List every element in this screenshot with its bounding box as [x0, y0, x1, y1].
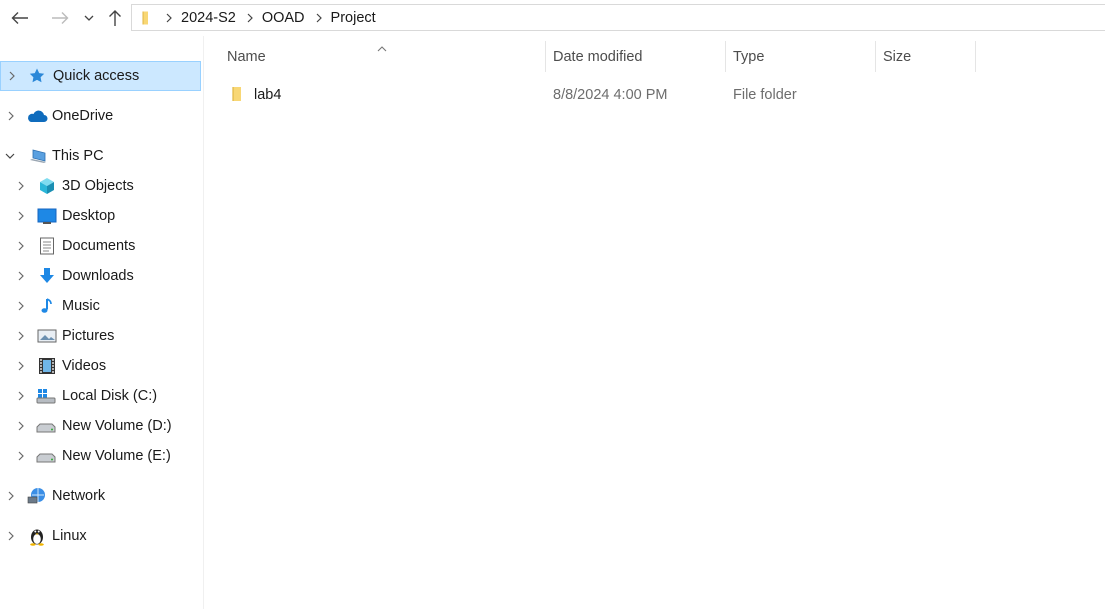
cloud-icon [26, 107, 48, 125]
sidebar-item-new-volume-d[interactable]: New Volume (D:) [0, 411, 201, 441]
chevron-right-icon[interactable] [16, 451, 26, 461]
chevron-right-icon[interactable] [7, 71, 17, 81]
column-label: Name [227, 48, 266, 65]
sidebar-item-label: OneDrive [52, 108, 114, 124]
address-bar[interactable]: 2024-S2 OOAD Project [131, 4, 1105, 31]
column-header-type[interactable]: Type [733, 40, 875, 73]
sidebar-item-label: Linux [52, 528, 87, 544]
sidebar-item-onedrive[interactable]: OneDrive [0, 101, 201, 131]
column-header-date-modified[interactable]: Date modified [553, 40, 725, 73]
breadcrumb-item[interactable]: OOAD [262, 10, 305, 26]
sidebar-item-downloads[interactable]: Downloads [0, 261, 201, 291]
recent-locations-button[interactable] [78, 6, 100, 30]
sidebar-item-music[interactable]: Music [0, 291, 201, 321]
back-button[interactable] [8, 6, 32, 30]
file-row[interactable]: lab4 8/8/2024 4:00 PM File folder [220, 81, 980, 109]
sidebar-item-label: Pictures [62, 328, 115, 344]
sidebar-item-label: This PC [52, 148, 104, 164]
cube-icon [38, 177, 56, 195]
sidebar-item-label: Quick access [53, 68, 140, 84]
arrow-right-icon [52, 12, 69, 24]
breadcrumb-item[interactable]: 2024-S2 [181, 10, 236, 26]
drive-icon [36, 447, 56, 465]
column-label: Size [883, 48, 912, 65]
up-button[interactable] [103, 6, 127, 30]
column-label: Date modified [553, 48, 643, 65]
chevron-down-icon[interactable] [5, 151, 15, 161]
chevron-right-icon[interactable] [16, 181, 26, 191]
sidebar-item-desktop[interactable]: Desktop [0, 201, 201, 231]
chevron-right-icon[interactable] [16, 211, 26, 221]
sidebar-item-pictures[interactable]: Pictures [0, 321, 201, 351]
sidebar-item-local-disk-c[interactable]: Local Disk (C:) [0, 381, 201, 411]
download-arrow-icon [38, 267, 56, 285]
sidebar-item-documents[interactable]: Documents [0, 231, 201, 261]
chevron-right-icon[interactable] [16, 241, 26, 251]
column-header-name[interactable]: Name [227, 40, 545, 73]
sidebar-item-label: New Volume (D:) [62, 418, 172, 434]
sidebar-item-quick-access[interactable]: Quick access [0, 61, 201, 91]
column-label: Type [733, 48, 765, 65]
forward-button[interactable] [48, 6, 72, 30]
sidebar-item-label: Music [62, 298, 100, 314]
sidebar-item-network[interactable]: Network [0, 481, 201, 511]
sidebar-item-label: Documents [62, 238, 136, 254]
sidebar-item-label: Desktop [62, 208, 116, 224]
sidebar-item-videos[interactable]: Videos [0, 351, 201, 381]
column-divider[interactable] [875, 41, 876, 72]
sidebar-item-linux[interactable]: Linux [0, 521, 201, 551]
toolbar: 2024-S2 OOAD Project [0, 0, 1105, 36]
column-header-size[interactable]: Size [883, 40, 975, 73]
column-divider[interactable] [545, 41, 546, 72]
chevron-right-icon[interactable] [16, 421, 26, 431]
breadcrumb-item[interactable]: Project [331, 10, 376, 26]
computer-icon [28, 147, 48, 165]
file-date-modified: 8/8/2024 4:00 PM [553, 87, 668, 103]
sidebar-item-label: Videos [62, 358, 107, 374]
sidebar-item-label: New Volume (E:) [62, 448, 171, 464]
chevron-right-icon [316, 13, 322, 23]
drive-icon [36, 417, 56, 435]
chevron-right-icon [166, 13, 172, 23]
sidebar-item-label: Local Disk (C:) [62, 388, 158, 404]
sidebar-item-this-pc[interactable]: This PC [0, 141, 201, 171]
chevron-right-icon [247, 13, 253, 23]
document-icon [38, 237, 56, 255]
navigation-pane: Quick access OneDrive This PC 3D Objects… [0, 36, 204, 609]
chevron-down-icon [84, 15, 94, 21]
file-name: lab4 [254, 87, 282, 103]
music-note-icon [38, 297, 56, 315]
folder-icon [231, 86, 245, 106]
film-icon [38, 357, 56, 375]
column-divider[interactable] [975, 41, 976, 72]
sidebar-item-label: 3D Objects [62, 178, 134, 194]
folder-icon [142, 11, 148, 24]
star-icon [28, 67, 46, 85]
chevron-right-icon[interactable] [16, 391, 26, 401]
sidebar-item-3d-objects[interactable]: 3D Objects [0, 171, 201, 201]
network-icon [27, 487, 47, 505]
chevron-right-icon[interactable] [16, 361, 26, 371]
chevron-right-icon[interactable] [16, 271, 26, 281]
windows-drive-icon [36, 387, 56, 405]
chevron-right-icon[interactable] [16, 301, 26, 311]
chevron-right-icon[interactable] [6, 491, 16, 501]
sidebar-item-label: Downloads [62, 268, 134, 284]
chevron-right-icon[interactable] [16, 331, 26, 341]
file-type: File folder [733, 87, 797, 103]
sidebar-item-label: Network [52, 488, 106, 504]
chevron-right-icon[interactable] [6, 531, 16, 541]
penguin-icon [27, 526, 47, 546]
sidebar-item-new-volume-e[interactable]: New Volume (E:) [0, 441, 201, 471]
chevron-right-icon[interactable] [6, 111, 16, 121]
desktop-icon [37, 207, 57, 225]
arrow-up-icon [109, 10, 121, 26]
picture-icon [37, 327, 57, 345]
column-divider[interactable] [725, 41, 726, 72]
arrow-left-icon [11, 12, 28, 24]
